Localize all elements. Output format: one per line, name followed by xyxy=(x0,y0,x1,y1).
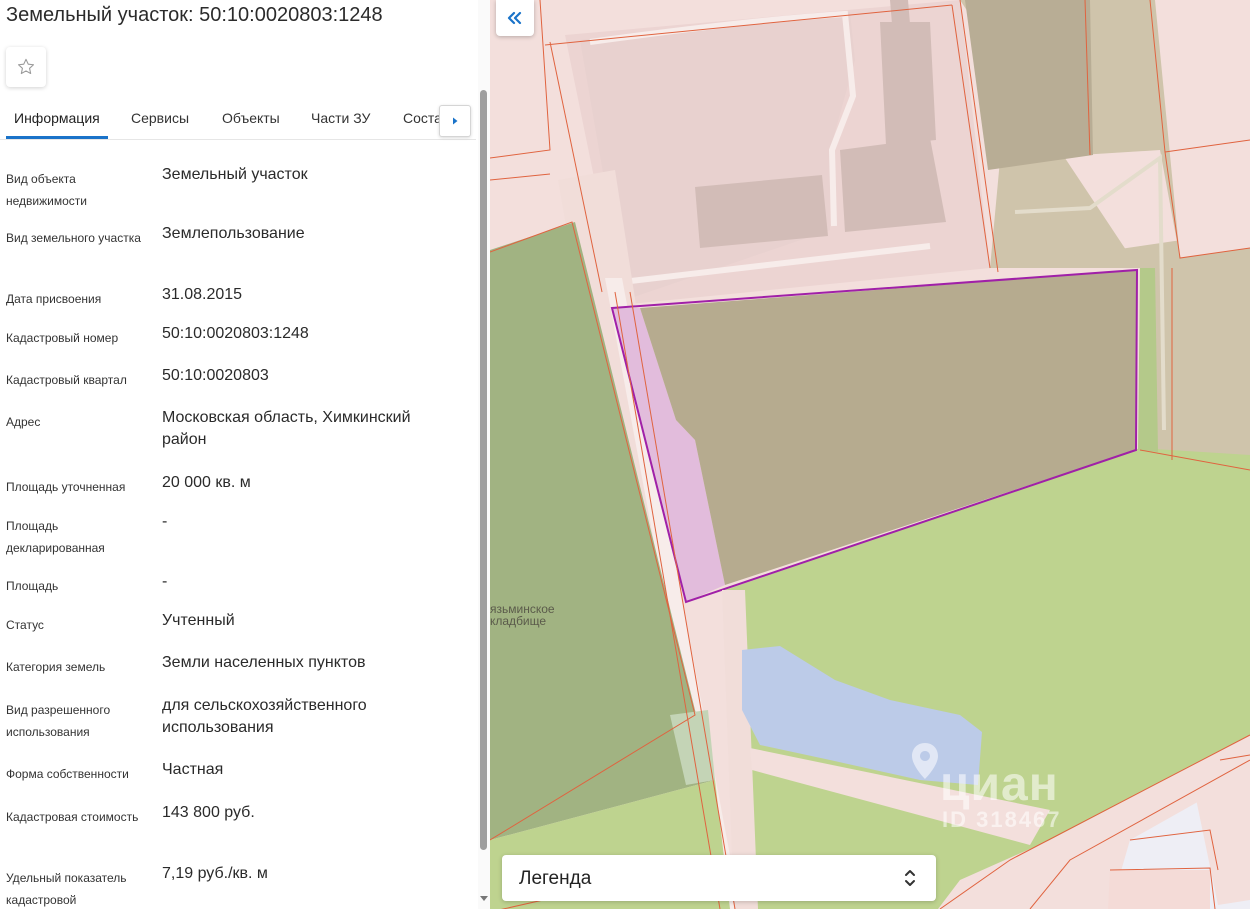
star-outline-icon xyxy=(17,58,35,75)
cadastral-map xyxy=(490,0,1250,909)
property-label: Удельный показатель кадастровой xyxy=(6,871,127,907)
property-label: Вид земельного участка xyxy=(6,231,141,245)
property-value: 7,19 руб./кв. м xyxy=(162,865,268,882)
property-value: Землепользование xyxy=(162,225,305,242)
tab-services[interactable]: Сервисы xyxy=(131,110,189,126)
property-label: Площадь xyxy=(6,579,59,593)
page-title: Земельный участок: 50:10:0020803:1248 xyxy=(6,4,383,26)
property-label: Категория земель xyxy=(6,660,106,674)
panel-scrollbar-thumb[interactable] xyxy=(480,90,487,850)
property-label: Площадь уточненная xyxy=(6,480,126,494)
property-label: Дата присвоения xyxy=(6,292,102,306)
property-value: для сельскохозяйственного использования xyxy=(162,697,367,736)
collapse-panel-button[interactable] xyxy=(496,0,534,36)
property-value: 20 000 кв. м xyxy=(162,474,251,491)
tab-parts[interactable]: Части ЗУ xyxy=(311,110,370,126)
cemetery-label: язьминское кладбище xyxy=(490,602,555,628)
map-view[interactable]: язьминское кладбище циан ID 318467 Леген… xyxy=(490,0,1250,909)
property-label: Кадастровый номер xyxy=(6,331,119,345)
caret-right-icon xyxy=(453,117,458,125)
favorite-button[interactable] xyxy=(6,47,46,87)
active-tab-indicator xyxy=(6,136,108,139)
property-value: Частная xyxy=(162,761,224,778)
property-value: 50:10:0020803:1248 xyxy=(162,325,309,342)
chevron-up-down-icon xyxy=(905,870,915,886)
tab-scroll-right-button[interactable] xyxy=(439,105,471,137)
property-label: Кадастровый квартал xyxy=(6,373,127,387)
tab-bar: Информация Сервисы Объекты Части ЗУ Сост… xyxy=(0,98,476,140)
scroll-down-arrow-icon[interactable] xyxy=(478,893,490,905)
property-value: Земельный участок xyxy=(162,166,308,183)
property-label: Адрес xyxy=(6,415,41,429)
property-label: Форма собственности xyxy=(6,767,129,781)
property-label: Статус xyxy=(6,618,44,632)
property-value: - xyxy=(162,513,168,530)
legend-button[interactable]: Легенда xyxy=(502,855,936,901)
property-label: Кадастровая стоимость xyxy=(6,810,139,824)
property-value: 50:10:0020803 xyxy=(162,367,269,384)
property-value: Земли населенных пунктов xyxy=(162,654,366,671)
info-panel: Земельный участок: 50:10:0020803:1248 Ин… xyxy=(0,0,490,909)
property-value: Учтенный xyxy=(162,612,235,629)
legend-label: Легенда xyxy=(519,868,592,889)
property-value: 143 800 руб. xyxy=(162,804,255,821)
tab-information[interactable]: Информация xyxy=(14,110,100,126)
property-value: 31.08.2015 xyxy=(162,286,243,303)
tab-objects[interactable]: Объекты xyxy=(222,110,280,126)
property-label: Площадь декларированная xyxy=(6,519,105,555)
property-label: Вид разрешенного использования xyxy=(6,703,111,739)
property-value: Московская область, Химкинский район xyxy=(162,409,411,448)
double-chevron-left-icon xyxy=(507,11,522,25)
tab-composition[interactable]: Соста xyxy=(403,110,442,126)
property-label: Вид объекта недвижимости xyxy=(6,172,87,208)
property-value: - xyxy=(162,573,168,590)
